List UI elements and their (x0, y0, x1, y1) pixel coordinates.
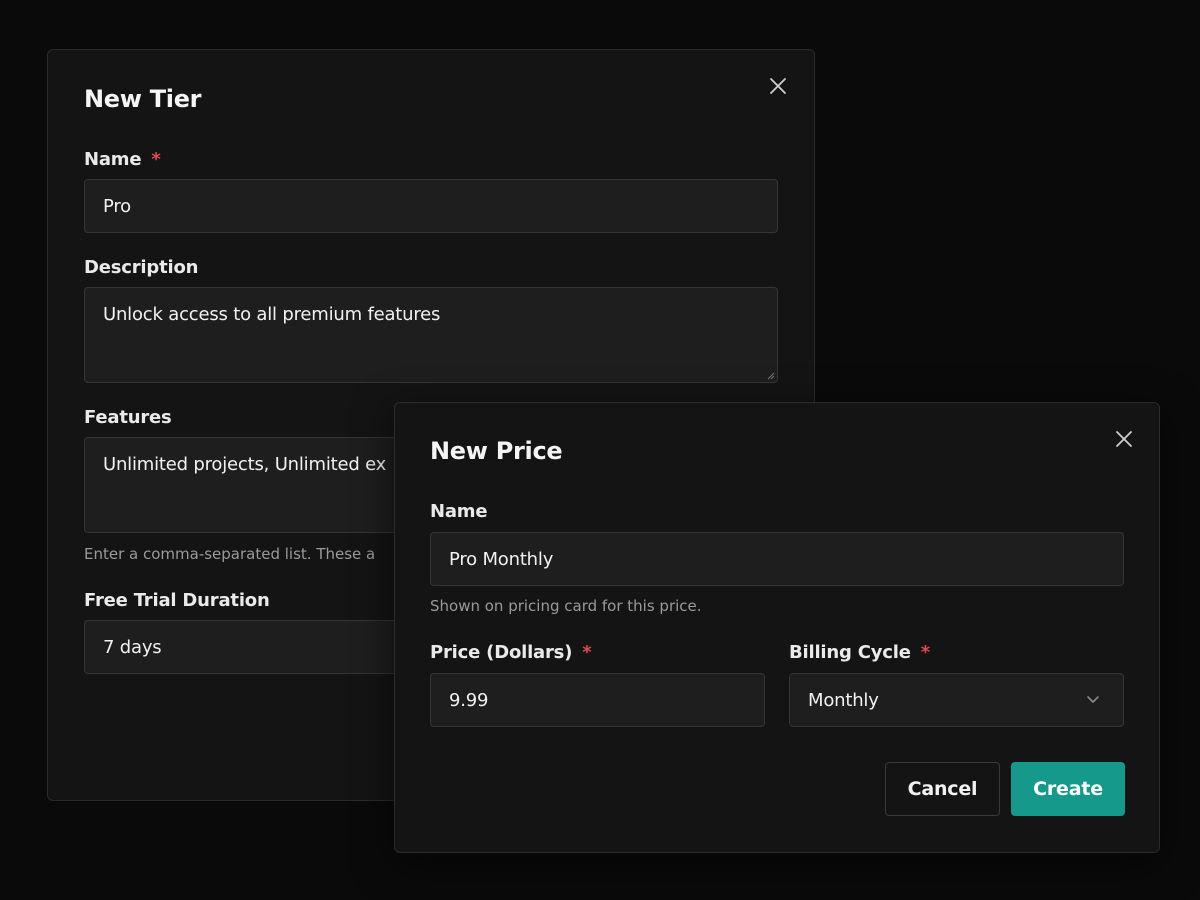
tier-name-label: Name * (84, 149, 161, 170)
required-mark: * (151, 149, 161, 170)
billing-cycle-label-text: Billing Cycle (789, 642, 911, 663)
tier-name-input[interactable]: Pro (84, 179, 778, 233)
tier-features-hint: Enter a comma-separated list. These a (84, 545, 376, 563)
billing-cycle-label: Billing Cycle * (789, 642, 930, 663)
price-amount-label-text: Price (Dollars) (430, 642, 573, 663)
chevron-down-icon (1087, 696, 1099, 703)
tier-trial-label: Free Trial Duration (84, 590, 270, 611)
billing-cycle-value: Monthly (808, 689, 879, 711)
price-close-button[interactable] (1112, 427, 1136, 451)
new-price-dialog: New Price Name Pro Monthly Shown on pric… (394, 402, 1160, 853)
required-mark: * (920, 642, 930, 663)
billing-cycle-select[interactable]: Monthly (789, 673, 1124, 727)
tier-features-value: Unlimited projects, Unlimited ex (103, 454, 387, 475)
price-amount-label: Price (Dollars) * (430, 642, 592, 663)
tier-description-textarea[interactable]: Unlock access to all premium features (84, 287, 778, 383)
close-icon (1116, 431, 1132, 447)
price-name-label: Name (430, 501, 488, 522)
cancel-button[interactable]: Cancel (885, 762, 1000, 816)
price-name-hint: Shown on pricing card for this price. (430, 597, 702, 615)
create-button[interactable]: Create (1011, 762, 1125, 816)
close-icon (770, 78, 786, 94)
tier-description-label: Description (84, 257, 199, 278)
tier-description-value: Unlock access to all premium features (103, 304, 441, 325)
tier-name-label-text: Name (84, 149, 142, 170)
price-name-input[interactable]: Pro Monthly (430, 532, 1124, 586)
price-amount-input[interactable]: 9.99 (430, 673, 765, 727)
resize-grip-icon[interactable] (765, 370, 775, 380)
tier-dialog-title: New Tier (84, 85, 202, 113)
tier-features-label: Features (84, 407, 172, 428)
required-mark: * (582, 642, 592, 663)
tier-close-button[interactable] (766, 74, 790, 98)
stage: New Tier Name * Pro Description Unlock ac… (0, 0, 1200, 900)
price-dialog-title: New Price (430, 437, 563, 465)
